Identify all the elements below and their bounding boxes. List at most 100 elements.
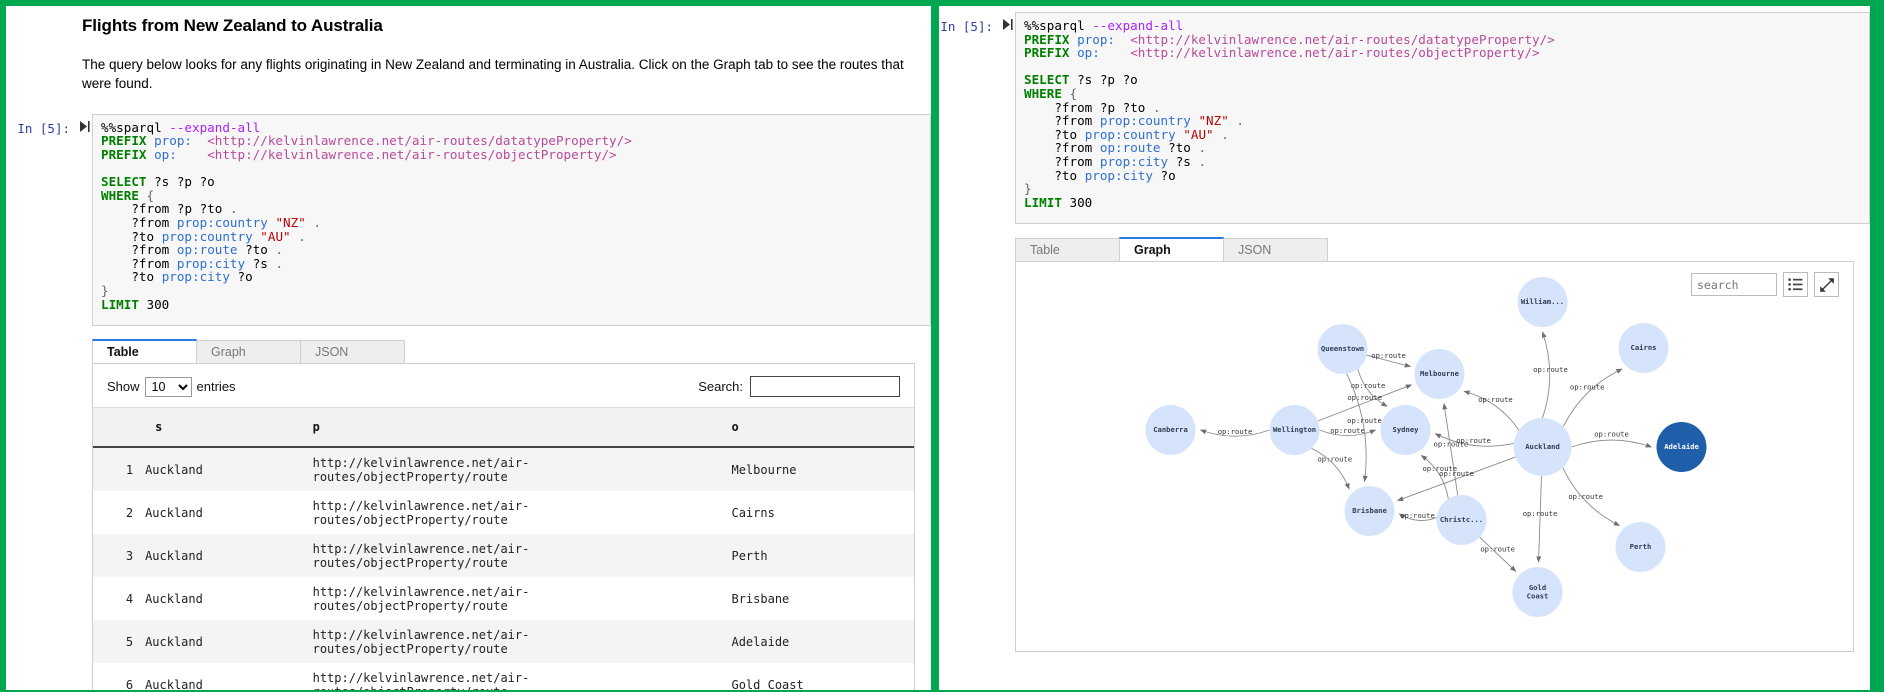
table-row[interactable]: 6 Auckland http://kelvinlawrence.net/air-r… [93, 663, 914, 690]
graph-node[interactable]: Adelaide [1656, 422, 1707, 473]
graph-node-label: Cairns [1631, 343, 1657, 352]
cell-object: Adelaide [731, 634, 790, 649]
graph-node-label: Sydney [1393, 425, 1420, 434]
graph-node[interactable]: Perth [1615, 522, 1666, 573]
table-row[interactable]: 1 Auckland http://kelvinlawrence.net/air-r… [93, 447, 914, 492]
output-area-right: Table Graph JSON search op:route op:rout… [939, 237, 1870, 653]
graph-edge-label: op:route [1568, 492, 1603, 501]
graph-node-label: Auckland [1525, 442, 1560, 451]
page-length-select[interactable]: 102550100 [144, 376, 192, 397]
graph-node-label: Wellington [1273, 425, 1316, 434]
graph-edge[interactable] [1536, 476, 1542, 563]
graph-node-label: Queenstown [1321, 344, 1364, 353]
graph-node-label: Coast [1527, 592, 1549, 601]
graph-details-button[interactable] [1783, 272, 1808, 298]
graph-edge-label: op:route [1371, 351, 1406, 360]
col-object[interactable]: o [725, 407, 914, 449]
graph-node[interactable]: Sydney [1380, 405, 1431, 456]
list-icon [1788, 278, 1803, 291]
page-length-control: Show 102550100 entries [107, 376, 236, 397]
graph-expand-button[interactable] [1814, 272, 1839, 298]
graph-node-label: Christc... [1440, 515, 1483, 524]
graph-edge-label: op:route [1218, 427, 1253, 436]
graph-node[interactable]: GoldCoast [1512, 567, 1563, 618]
cell-object: Cairns [731, 505, 775, 520]
tab-table-right[interactable]: Table [1015, 238, 1120, 262]
notebook-left-panel: Flights from New Zealand to Australia Th… [6, 6, 931, 690]
tab-table-left[interactable]: Table [92, 339, 197, 364]
cell-subject: Auckland [145, 591, 203, 606]
cell-predicate: http://kelvinlawrence.net/air-routes/obj… [312, 670, 530, 690]
results-table: s p o 1 Auckland http://kelvinlawrence.net… [93, 407, 914, 690]
col-index[interactable] [93, 407, 140, 449]
entries-label: entries [196, 379, 236, 395]
results-table-body: 1 Auckland http://kelvinlawrence.net/air-r… [93, 447, 914, 690]
cell-predicate: http://kelvinlawrence.net/air-routes/obj… [312, 627, 530, 656]
cell-index: 6 [125, 677, 134, 690]
panel-divider [931, 0, 939, 692]
cell-subject: Auckland [145, 634, 203, 649]
cell-index: 4 [125, 591, 134, 606]
tab-json-right[interactable]: JSON [1223, 238, 1328, 262]
graph-edge[interactable] [1541, 331, 1551, 419]
cell-object: Brisbane [731, 591, 790, 606]
table-row[interactable]: 2 Auckland http://kelvinlawrence.net/air-r… [93, 491, 914, 535]
graph-node[interactable]: Queenstown [1317, 324, 1368, 375]
graph-search-input[interactable] [1691, 273, 1777, 297]
graph-edge-label: op:route [1400, 511, 1435, 520]
search-label: Search: [698, 379, 743, 395]
code-cell-right: In [5]: %%sparql --expand-all PREFIX pro… [939, 12, 1870, 225]
tab-json-left[interactable]: JSON [300, 340, 405, 364]
table-search-control: Search: [698, 376, 900, 398]
graph-edge[interactable] [1562, 368, 1623, 428]
table-row[interactable]: 5 Auckland http://kelvinlawrence.net/air-r… [93, 620, 914, 664]
graph-node[interactable]: Melbourne [1414, 349, 1465, 400]
col-predicate[interactable]: p [306, 407, 726, 449]
code-editor-left[interactable]: %%sparql --expand-all PREFIX prop: <http… [92, 113, 931, 327]
intro-paragraph: The query below looks for any flights or… [82, 57, 904, 91]
cell-prompt-left: In [5]: [17, 120, 70, 136]
graph-node-label: Perth [1630, 542, 1652, 551]
tab-graph-right[interactable]: Graph [1119, 237, 1224, 262]
table-tab-panel: Show 102550100 entries Search: s [92, 364, 915, 690]
graph-node[interactable]: Wellington [1269, 405, 1320, 456]
cell-predicate: http://kelvinlawrence.net/air-routes/obj… [312, 584, 530, 613]
graph-edge-label: op:route [1330, 426, 1365, 435]
table-row[interactable]: 3 Auckland http://kelvinlawrence.net/air-r… [93, 534, 914, 578]
run-cell-icon-right[interactable] [1001, 12, 1015, 32]
route-graph[interactable]: op:route op:route op:route op:route op:route… [1016, 262, 1853, 652]
expand-icon [1819, 278, 1834, 292]
graph-edge[interactable] [1571, 439, 1653, 448]
page-title: Flights from New Zealand to Australia [82, 16, 383, 35]
table-row[interactable]: 4 Auckland http://kelvinlawrence.net/air-r… [93, 577, 914, 621]
table-header-row: s p o [93, 407, 914, 449]
graph-node[interactable]: Cairns [1618, 323, 1669, 374]
output-tabs-left: Table Graph JSON [92, 339, 915, 365]
cell-index: 1 [125, 462, 134, 477]
table-search-input[interactable] [750, 376, 900, 398]
cell-subject: Auckland [145, 462, 203, 477]
run-cell-icon-left[interactable] [78, 114, 92, 134]
graph-node-label: Brisbane [1352, 506, 1387, 515]
cell-subject: Auckland [145, 677, 203, 690]
graph-node[interactable]: Christc... [1436, 495, 1487, 546]
graph-node[interactable]: William... [1517, 277, 1568, 328]
cell-index: 5 [125, 634, 134, 649]
graph-node[interactable]: Brisbane [1344, 486, 1395, 537]
output-tabs-right: Table Graph JSON [1015, 237, 1854, 263]
graph-edge-label: op:route [1456, 436, 1491, 445]
code-cell-left: In [5]: %%sparql --expand-all PREFIX pro… [6, 113, 931, 327]
output-area-left: Table Graph JSON Show 102550100 entries … [6, 339, 931, 690]
code-editor-right[interactable]: %%sparql --expand-all PREFIX prop: <http… [1015, 12, 1870, 225]
graph-edge-label: op:route [1594, 430, 1629, 439]
col-subject[interactable]: s [139, 407, 307, 449]
cell-subject: Auckland [145, 505, 203, 520]
cell-subject: Auckland [145, 548, 203, 563]
cell-object: Melbourne [731, 462, 797, 477]
graph-edge[interactable] [1479, 537, 1517, 573]
results-table-head: s p o [93, 407, 914, 449]
graph-node[interactable]: Auckland [1513, 418, 1572, 477]
graph-edge[interactable] [1442, 403, 1459, 496]
graph-node[interactable]: Canberra [1145, 405, 1196, 456]
tab-graph-left[interactable]: Graph [196, 340, 301, 364]
